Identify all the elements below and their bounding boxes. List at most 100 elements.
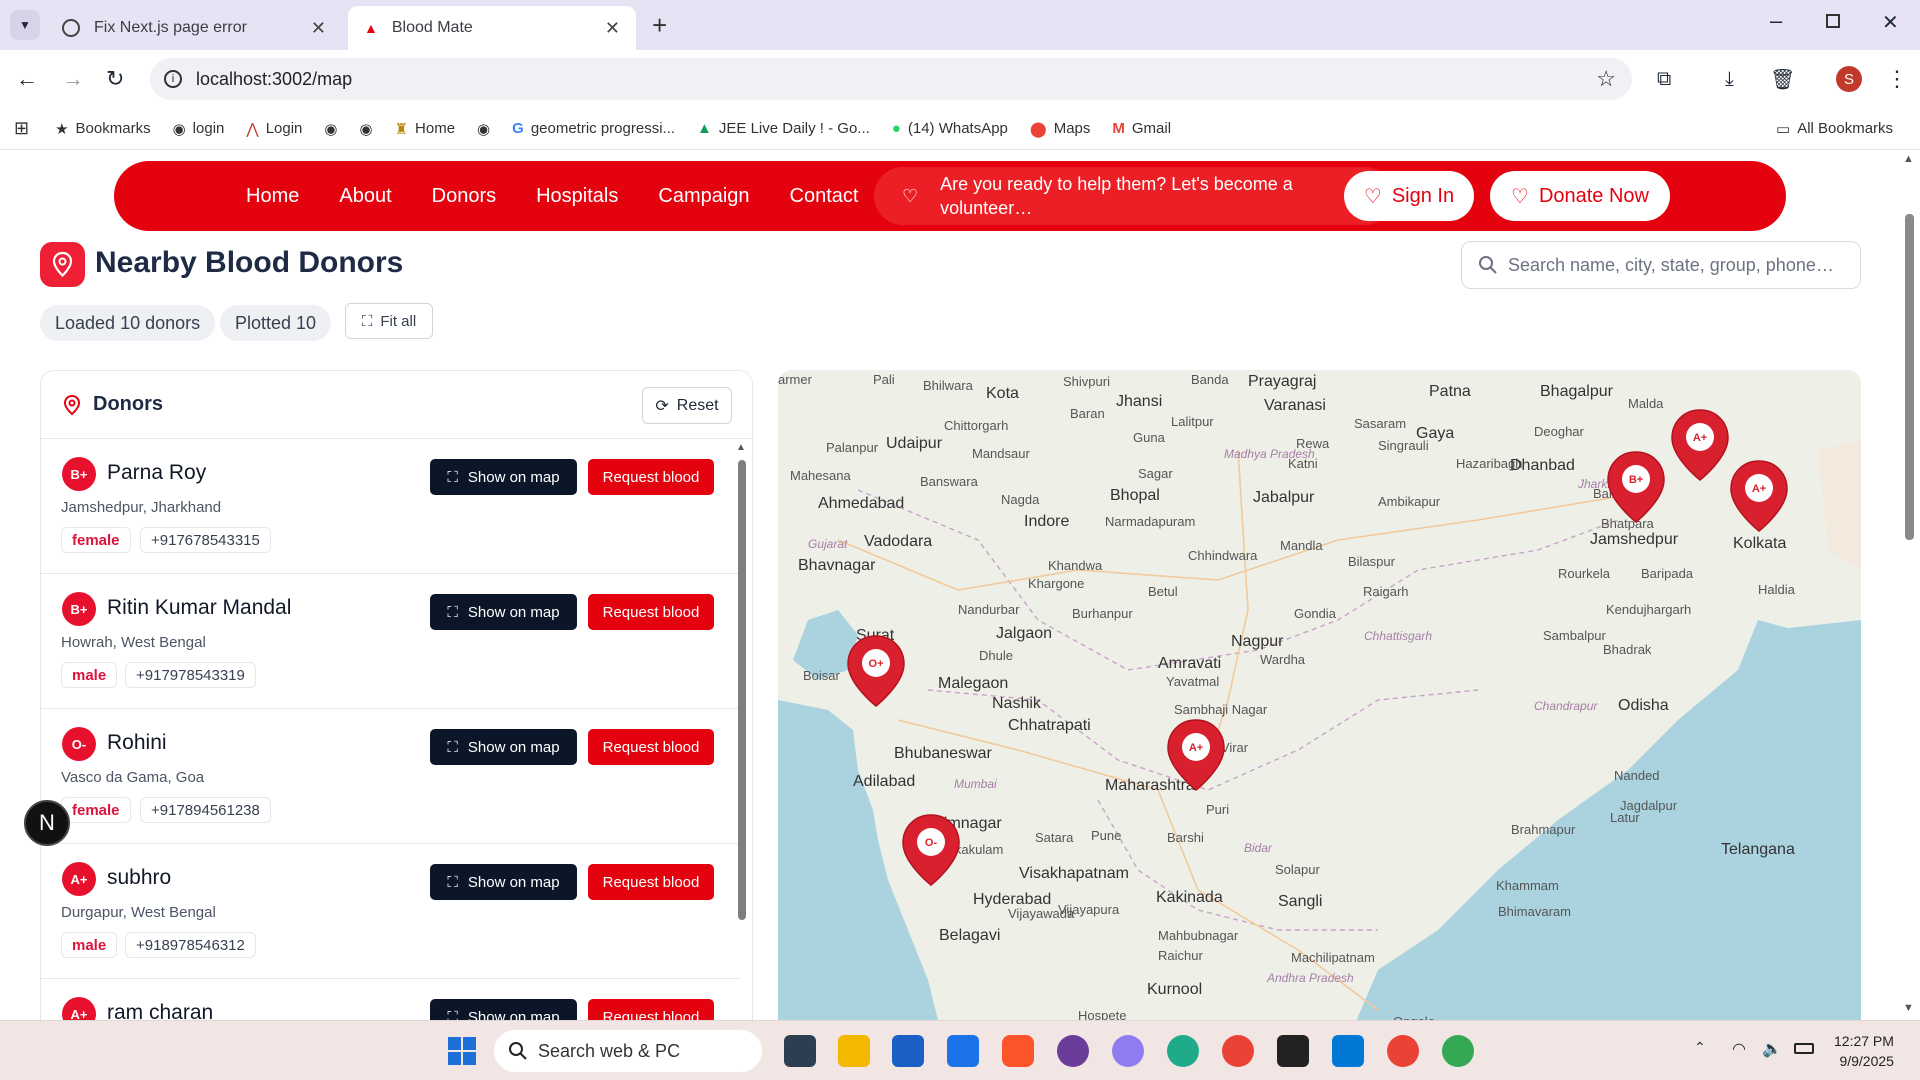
- bookmark-item[interactable]: ⋀ Login: [246, 120, 302, 138]
- donor-search-input[interactable]: Search name, city, state, group, phone…: [1461, 241, 1861, 289]
- extensions-icon[interactable]: ⧉: [1657, 68, 1671, 91]
- tab-blood-mate[interactable]: ▲ Blood Mate ✕: [348, 6, 636, 50]
- taskbar-search[interactable]: Search web & PC: [494, 1030, 762, 1072]
- map-place-label: Nandurbar: [958, 602, 1020, 617]
- page-scroll-down-arrow[interactable]: ▼: [1903, 1002, 1914, 1014]
- sign-in-button[interactable]: ♡ Sign In: [1344, 171, 1474, 221]
- folder-icon: ▭: [1776, 120, 1791, 138]
- wifi-icon[interactable]: ◠: [1732, 1039, 1746, 1059]
- windows-start-icon[interactable]: [448, 1037, 476, 1065]
- chrome-profile-icon[interactable]: [1387, 1035, 1419, 1067]
- store-icon[interactable]: [892, 1035, 924, 1067]
- map-place-label: Malegaon: [938, 675, 1008, 692]
- request-blood-button[interactable]: Request blood: [588, 459, 714, 495]
- copilot-icon[interactable]: [1112, 1035, 1144, 1067]
- download-icon[interactable]: ⤓: [1725, 68, 1734, 91]
- bookmark-item[interactable]: M Gmail: [1112, 120, 1171, 137]
- star-icon[interactable]: ☆: [1596, 66, 1616, 92]
- donor-list-scrollbar[interactable]: [738, 460, 746, 920]
- page-scroll-up-arrow[interactable]: ▲: [1903, 153, 1914, 165]
- address-bar[interactable]: i localhost:3002/map ☆: [150, 58, 1632, 100]
- map-place-label: Mahbubnagar: [1158, 928, 1239, 943]
- system-clock[interactable]: 12:27 PM 9/9/2025: [1834, 1031, 1894, 1071]
- bookmark-item[interactable]: ♜ Home: [395, 120, 455, 138]
- nav-home[interactable]: Home: [246, 185, 299, 208]
- globe-icon[interactable]: ◉: [477, 120, 490, 138]
- tab-fix-nextjs[interactable]: Fix Next.js page error ✕: [46, 6, 342, 50]
- file-explorer-icon[interactable]: [838, 1035, 870, 1067]
- scroll-up-arrow[interactable]: ▲: [736, 442, 746, 453]
- map-place-label: Brahmapur: [1511, 822, 1576, 837]
- volume-icon[interactable]: 🔈: [1762, 1039, 1782, 1059]
- donor-city: Vasco da Gama, Goa: [61, 769, 205, 786]
- nextjs-devtools-button[interactable]: N: [24, 800, 70, 846]
- show-on-map-button[interactable]: ⛶ Show on map: [430, 459, 577, 495]
- map-place-label: Bhubaneswar: [894, 745, 993, 762]
- tor-icon[interactable]: [1057, 1035, 1089, 1067]
- close-window-icon[interactable]: ✕: [1882, 10, 1899, 35]
- reload-icon[interactable]: ↻: [106, 66, 124, 92]
- brave-icon[interactable]: [1002, 1035, 1034, 1067]
- apps-icon[interactable]: ⊞: [14, 118, 29, 139]
- back-icon[interactable]: ←: [16, 66, 38, 92]
- avatar[interactable]: S: [1836, 66, 1862, 92]
- nav-about[interactable]: About: [339, 185, 391, 208]
- fit-all-button[interactable]: ⛶ Fit all: [345, 303, 433, 339]
- bookmark-item[interactable]: ◉ login: [173, 120, 225, 138]
- bookmark-item[interactable]: ⬤ Maps: [1030, 120, 1090, 138]
- maximize-icon[interactable]: [1826, 14, 1840, 28]
- forward-icon[interactable]: →: [62, 66, 84, 92]
- map-place-label: Visakhapatnam: [1019, 865, 1129, 882]
- request-blood-button[interactable]: Request blood: [588, 729, 714, 765]
- donor-name: subhro: [107, 866, 172, 889]
- globe-icon[interactable]: ◉: [324, 120, 337, 138]
- map-place-label: Raigarh: [1363, 584, 1409, 599]
- menu-icon[interactable]: ⋮: [1886, 66, 1908, 92]
- tab-search-button[interactable]: ▼: [10, 10, 40, 40]
- nav-campaign[interactable]: Campaign: [658, 185, 749, 208]
- site-info-icon[interactable]: i: [164, 70, 182, 88]
- bookmark-item[interactable]: ★ Bookmarks: [55, 120, 150, 138]
- request-blood-button[interactable]: Request blood: [588, 594, 714, 630]
- chrome-icon[interactable]: [1222, 1035, 1254, 1067]
- donors-panel-title: Donors: [93, 393, 163, 415]
- request-blood-button[interactable]: Request blood: [588, 864, 714, 900]
- edge-icon[interactable]: [1167, 1035, 1199, 1067]
- map-place-label: Kakinada: [1156, 889, 1223, 906]
- globe-icon[interactable]: ◉: [359, 120, 372, 138]
- map-place-label: Andhra Pradesh: [1266, 971, 1354, 985]
- show-on-map-button[interactable]: ⛶ Show on map: [430, 594, 577, 630]
- reset-button[interactable]: ⟳ Reset: [642, 387, 732, 424]
- show-on-map-button[interactable]: ⛶ Show on map: [430, 864, 577, 900]
- donate-now-button[interactable]: ♡ Donate Now: [1490, 171, 1670, 221]
- map-place-label: Kolkata: [1733, 535, 1786, 552]
- map-place-label: Kendujhargarh: [1606, 602, 1691, 617]
- minimize-icon[interactable]: –: [1770, 8, 1782, 34]
- request-blood-button[interactable]: Request blood: [588, 999, 714, 1020]
- all-bookmarks[interactable]: ▭ All Bookmarks: [1776, 120, 1893, 138]
- editor-icon[interactable]: [947, 1035, 979, 1067]
- show-on-map-button[interactable]: ⛶ Show on map: [430, 999, 577, 1020]
- bookmark-item[interactable]: ● (14) WhatsApp: [892, 120, 1008, 137]
- page-scrollbar[interactable]: [1905, 214, 1914, 540]
- nav-contact[interactable]: Contact: [790, 185, 859, 208]
- new-tab-icon[interactable]: +: [652, 10, 667, 41]
- nav-donors[interactable]: Donors: [432, 185, 496, 208]
- cube-app-icon[interactable]: [784, 1035, 816, 1067]
- terminal-icon[interactable]: [1277, 1035, 1309, 1067]
- donor-map[interactable]: armer Pali Bhilwara Kota Shivpuri Jhansi Banda…: [778, 370, 1861, 1020]
- close-tab-icon[interactable]: ✕: [605, 18, 620, 39]
- trash-icon[interactable]: 🗑: [1770, 67, 1795, 92]
- map-place-label: Sasaram: [1354, 416, 1406, 431]
- chevron-up-icon[interactable]: ⌃: [1694, 1039, 1706, 1056]
- nav-hospitals[interactable]: Hospitals: [536, 185, 618, 208]
- map-place-label: Vijayapura: [1058, 902, 1120, 917]
- bookmark-item[interactable]: Ggeometric progressi...: [512, 120, 675, 137]
- bookmark-item[interactable]: ▲ JEE Live Daily ! - Go...: [697, 120, 870, 137]
- close-tab-icon[interactable]: ✕: [311, 18, 326, 39]
- vscode-icon[interactable]: [1332, 1035, 1364, 1067]
- map-place-label: Banswara: [920, 474, 979, 489]
- chrome-profile-icon[interactable]: [1442, 1035, 1474, 1067]
- show-on-map-button[interactable]: ⛶ Show on map: [430, 729, 577, 765]
- battery-icon[interactable]: [1794, 1043, 1814, 1054]
